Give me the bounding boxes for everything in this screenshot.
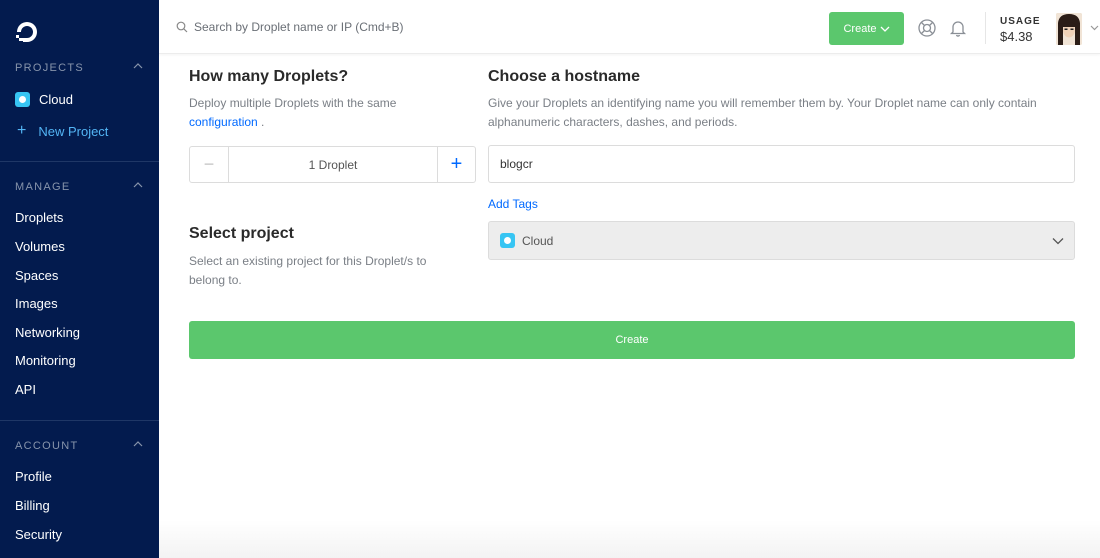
droplet-count-description: Deploy multiple Droplets with the same c… — [189, 94, 449, 131]
chevron-down-icon — [1052, 238, 1064, 245]
search-icon — [176, 21, 188, 33]
sidebar: PROJECTS Cloud + New Project MANAGE Drop… — [0, 0, 159, 558]
sidebar-item-security[interactable]: Security — [15, 527, 62, 542]
sidebar-item-networking[interactable]: Networking — [15, 325, 80, 340]
sidebar-item-monitoring[interactable]: Monitoring — [15, 353, 76, 368]
chevron-down-icon — [880, 26, 889, 32]
project-select[interactable]: Cloud — [488, 221, 1075, 260]
new-project-link[interactable]: + New Project — [17, 123, 108, 139]
droplet-count-value: 1 Droplet — [308, 157, 358, 172]
digitalocean-logo[interactable] — [14, 19, 40, 45]
hostname-input[interactable]: blogcr — [488, 145, 1075, 183]
main-content: How many Droplets? Deploy multiple Dropl… — [159, 55, 1100, 558]
chevron-up-icon[interactable] — [133, 63, 143, 69]
sidebar-item-profile[interactable]: Profile — [15, 469, 52, 484]
search-placeholder: Search by Droplet name or IP (Cmd+B) — [194, 20, 404, 34]
desc-suffix: . — [257, 114, 265, 129]
search-input[interactable]: Search by Droplet name or IP (Cmd+B) — [176, 20, 404, 34]
sidebar-item-spaces[interactable]: Spaces — [15, 268, 58, 283]
project-icon — [15, 92, 30, 107]
project-select-value: Cloud — [522, 233, 554, 248]
droplet-count-desc-text: Deploy multiple Droplets with the same — [189, 96, 397, 110]
sidebar-item-billing[interactable]: Billing — [15, 498, 50, 513]
hostname-heading: Choose a hostname — [488, 68, 641, 85]
chevron-up-icon[interactable] — [133, 182, 143, 188]
add-tags-link[interactable]: Add Tags — [488, 197, 538, 211]
create-droplet-button[interactable]: Create — [189, 321, 1075, 359]
help-icon[interactable] — [917, 18, 937, 38]
create-dropdown-button[interactable]: Create — [829, 12, 904, 45]
decrement-button[interactable]: − — [190, 147, 229, 182]
new-project-label: New Project — [38, 123, 109, 139]
droplet-count-heading: How many Droplets? — [189, 68, 349, 85]
increment-button[interactable]: + — [437, 147, 475, 182]
configuration-link[interactable]: configuration — [189, 115, 258, 129]
account-heading: ACCOUNT — [15, 440, 79, 452]
sidebar-item-images[interactable]: Images — [15, 296, 58, 311]
sidebar-item-label: Cloud — [39, 92, 73, 107]
sidebar-item-api[interactable]: API — [15, 382, 36, 397]
hostname-description: Give your Droplets an identifying name y… — [488, 96, 1037, 129]
divider — [0, 420, 159, 421]
droplet-quantity-stepper: − 1 Droplet + — [189, 146, 476, 183]
sidebar-item-droplets[interactable]: Droplets — [15, 210, 63, 225]
bell-icon[interactable] — [948, 18, 968, 38]
divider — [0, 161, 159, 162]
hostname-value: blogcr — [500, 157, 533, 171]
chevron-down-icon[interactable] — [1090, 25, 1099, 31]
sidebar-item-cloud-project[interactable]: Cloud — [15, 92, 73, 107]
avatar[interactable] — [1056, 13, 1082, 45]
sidebar-item-volumes[interactable]: Volumes — [15, 239, 65, 254]
divider — [985, 12, 986, 44]
plus-icon: + — [17, 122, 27, 139]
chevron-up-icon[interactable] — [133, 441, 143, 447]
bottom-fade — [159, 520, 1100, 558]
usage-value[interactable]: $4.38 — [1000, 29, 1033, 44]
projects-heading: PROJECTS — [15, 62, 85, 74]
select-project-heading: Select project — [189, 225, 294, 242]
manage-heading: MANAGE — [15, 181, 71, 193]
avatar-image — [1056, 13, 1082, 45]
select-project-description: Select an existing project for this Drop… — [189, 254, 427, 287]
top-header: Search by Droplet name or IP (Cmd+B) Cre… — [159, 0, 1100, 54]
project-icon — [500, 233, 515, 248]
usage-label: USAGE — [1000, 16, 1041, 27]
create-button-label: Create — [843, 22, 877, 35]
